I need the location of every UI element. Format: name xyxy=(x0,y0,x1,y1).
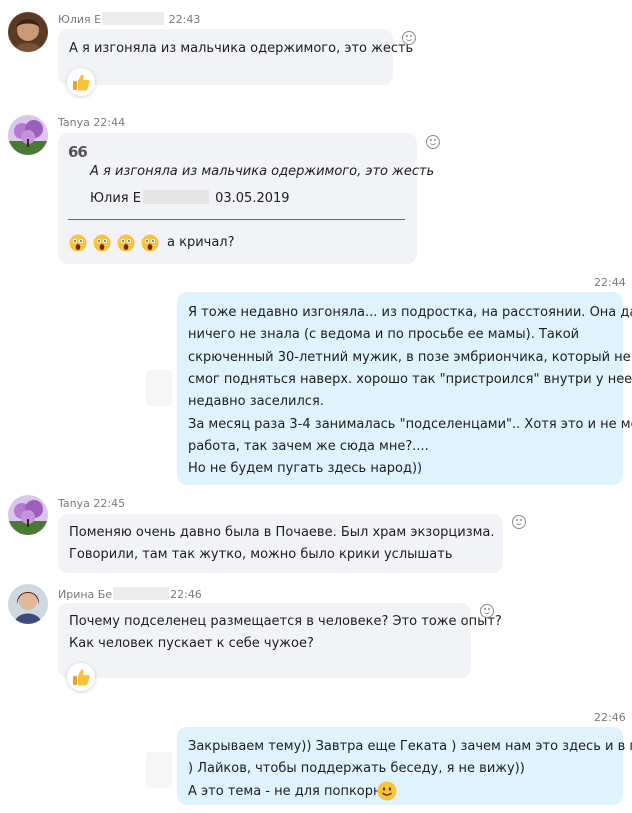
message-text: Говорили, там так жутко, можно было крик… xyxy=(69,547,453,562)
message-time: 22:44 xyxy=(93,116,126,129)
add-reaction-icon[interactable] xyxy=(480,604,494,618)
avatar-tanya[interactable] xyxy=(8,115,48,155)
quote-mark: 66 xyxy=(68,143,88,161)
quoted-text: А я изгоняла из мальчика одержимого, это… xyxy=(90,164,435,179)
message-bubble[interactable]: Я тоже недавно изгоняла... из подростка,… xyxy=(177,292,632,485)
sender-name[interactable]: Ирина Бе xyxy=(58,588,112,601)
add-reaction-icon[interactable] xyxy=(512,515,526,529)
redacted-name xyxy=(102,12,165,25)
redacted-name xyxy=(142,190,209,204)
avatar-yulia[interactable] xyxy=(8,12,48,52)
message-text: Почему подселенец размещается в человеке… xyxy=(69,614,502,629)
message-text: Я тоже недавно изгоняла... из подростка,… xyxy=(188,305,632,320)
scream-emoji-icon xyxy=(141,234,159,252)
sender-meta: Tanya 22:44 xyxy=(58,116,125,129)
quote-author: Юлия Е xyxy=(90,191,141,206)
avatar-tanya[interactable] xyxy=(8,495,48,535)
message-text: скрюченный 30-летний мужик, в позе эмбри… xyxy=(188,349,631,365)
message-text: За месяц раза 3-4 занималась "подселенца… xyxy=(188,416,632,432)
message-text: ) Лайков, чтобы поддержать беседу, я не … xyxy=(188,761,525,776)
sender-meta: Ирина Бе 22:46 xyxy=(58,587,202,601)
sender-meta: Юлия Е 22:43 xyxy=(58,12,200,26)
message-actions-placeholder xyxy=(146,752,172,788)
quote-date: 03.05.2019 xyxy=(215,191,290,206)
thumbs-up-icon xyxy=(73,74,90,91)
smile-emoji-icon xyxy=(377,781,397,801)
message-bubble[interactable]: 66 А я изгоняла из мальчика одержимого, … xyxy=(58,133,434,264)
message-bubble[interactable]: Закрываем тему)) Завтра еще Геката ) зач… xyxy=(177,727,632,805)
message-time: 22:45 xyxy=(93,497,126,510)
message-time: 22:46 xyxy=(170,588,202,601)
sender-name[interactable]: Юлия Е xyxy=(58,13,101,26)
message-text: Как человек пускает к себе чужое? xyxy=(69,636,314,651)
scream-emoji-icon xyxy=(69,234,87,252)
thumbs-up-icon xyxy=(73,669,90,686)
message-text: работа, так зачем же сюда мне?.... xyxy=(188,438,429,454)
sender-name[interactable]: Tanya xyxy=(58,116,90,129)
message-time: 22:46 xyxy=(594,711,626,724)
add-reaction-icon[interactable] xyxy=(402,31,416,45)
quote-divider xyxy=(68,219,405,220)
message-text: недавно заселился. xyxy=(188,394,324,410)
scream-emoji-icon xyxy=(117,234,135,252)
message-text: Поменяю очень давно была в Почаеве. Был … xyxy=(69,525,495,540)
reaction-thumbs-up[interactable] xyxy=(67,68,95,96)
message-text: А это тема - не для попкорна xyxy=(188,784,390,799)
message-bubble[interactable]: Поменяю очень давно была в Почаеве. Был … xyxy=(58,514,503,573)
add-reaction-icon[interactable] xyxy=(426,135,440,149)
reaction-thumbs-up[interactable] xyxy=(67,663,95,691)
message-text: А я изгоняла из мальчика одержимого, это… xyxy=(69,41,414,56)
message-actions-placeholder xyxy=(146,370,172,406)
message-text: смог подняться наверх. хорошо так "прист… xyxy=(188,371,632,387)
message-text: ничего не знала (с ведома и по просьбе е… xyxy=(188,327,580,343)
message-text: а кричал? xyxy=(167,235,235,250)
message-text: Но не будем пугать здесь народ)) xyxy=(188,461,423,477)
message-bubble[interactable]: А я изгоняла из мальчика одержимого, это… xyxy=(58,29,413,85)
avatar-irina[interactable] xyxy=(8,584,48,624)
sender-name[interactable]: Tanya xyxy=(58,497,90,510)
redacted-name xyxy=(113,587,170,600)
message-time: 22:44 xyxy=(594,276,626,289)
message-bubble[interactable]: Почему подселенец размещается в человеке… xyxy=(58,603,502,678)
quote-author-line: Юлия Е 03.05.2019 xyxy=(90,188,290,210)
message-text: Закрываем тему)) Завтра еще Геката ) зач… xyxy=(188,739,632,754)
scream-emoji-icon xyxy=(93,234,111,252)
sender-meta: Tanya 22:45 xyxy=(58,497,125,510)
message-time: 22:43 xyxy=(168,13,201,26)
